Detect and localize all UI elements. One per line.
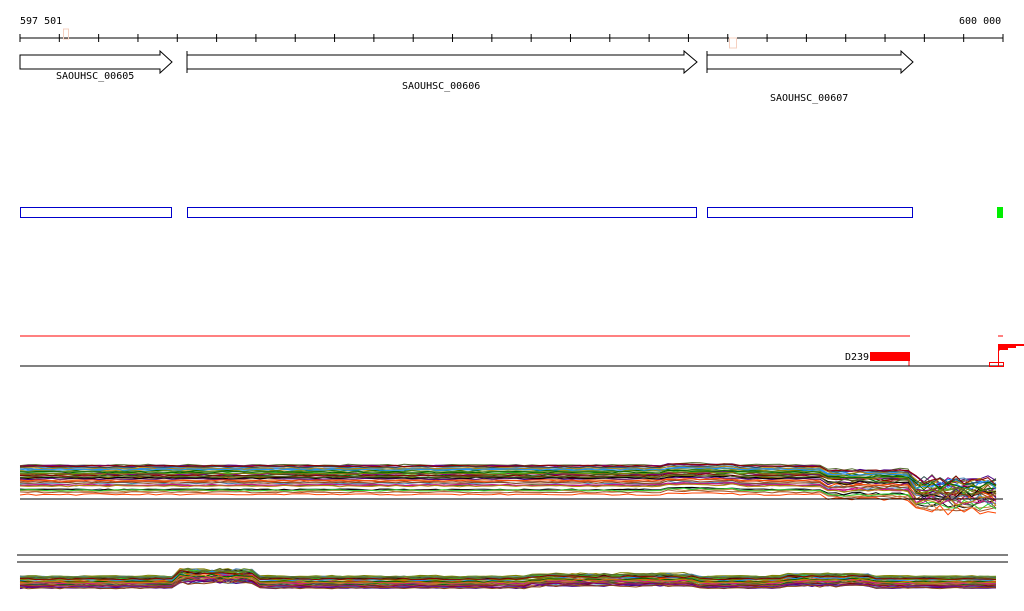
gene-arrow[interactable]: SAOUHSC_00607 [706, 49, 914, 104]
coordinate-ruler: 597 501 600 000 [19, 16, 1004, 49]
coverage-track-1[interactable] [19, 462, 1003, 516]
cds-box[interactable] [707, 207, 913, 218]
coverage-track-2[interactable] [19, 567, 997, 590]
marker-box[interactable] [997, 207, 1003, 218]
gene-label: SAOUHSC_00606 [402, 81, 480, 92]
gene-label: SAOUHSC_00607 [770, 93, 848, 104]
genome-browser-canvas[interactable]: 597 501 600 000 SAOUHSC_00605 SAOUHSC_00… [0, 0, 1024, 611]
ruler-start-label: 597 501 [20, 16, 62, 27]
feature-label: D239 [845, 352, 869, 363]
ruler-end-label: 600 000 [959, 16, 1001, 27]
feature-bar[interactable] [870, 352, 910, 361]
gene-track: SAOUHSC_00605 SAOUHSC_00606 SAOUHSC_0060… [19, 49, 914, 104]
ruler-marker [729, 37, 737, 49]
cds-box[interactable] [187, 207, 697, 218]
gene-label: SAOUHSC_00605 [56, 71, 134, 82]
cds-box[interactable] [20, 207, 172, 218]
gene-arrow[interactable]: SAOUHSC_00606 [186, 49, 698, 92]
gene-arrow[interactable]: SAOUHSC_00605 [19, 49, 173, 82]
flag-icon [998, 344, 1024, 352]
cds-track [20, 207, 1003, 218]
feature-track: D239 [20, 335, 1024, 367]
